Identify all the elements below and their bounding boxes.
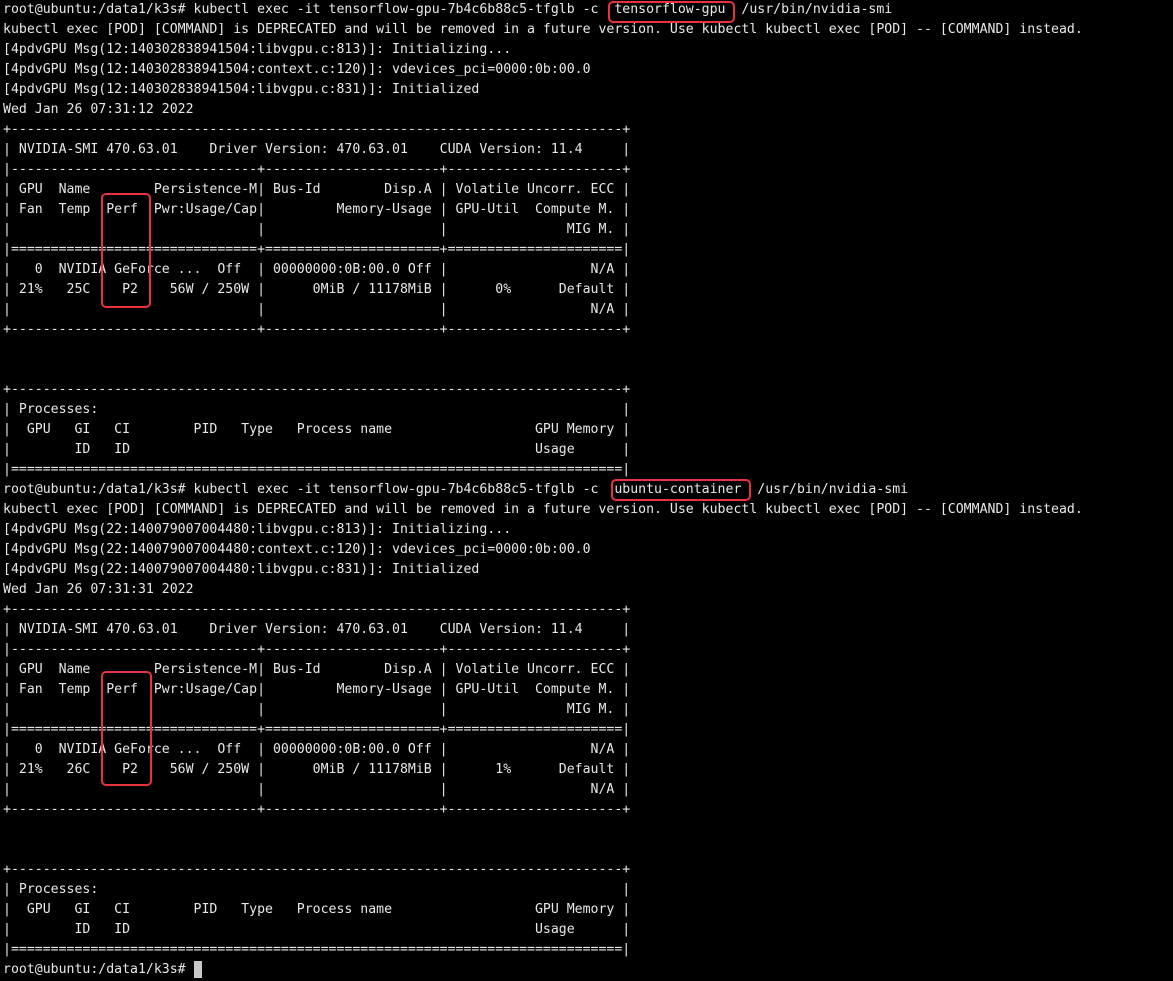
- terminal-line: | | | MIG M. |: [3, 702, 631, 717]
- terminal-line: [4pdvGPU Msg(22:140079007004480:libvgpu.…: [3, 562, 480, 577]
- terminal-line: |-------------------------------+-------…: [3, 162, 631, 177]
- terminal-line: | 0 NVIDIA GeForce ... Off | 00000000:0B…: [3, 262, 631, 277]
- terminal-line: +---------------------------------------…: [3, 382, 631, 397]
- terminal-line: | Fan Temp Perf Pwr:Usage/Cap| Memory-Us…: [3, 202, 631, 217]
- terminal-line: +-------------------------------+-------…: [3, 322, 631, 337]
- terminal-line: | 21% 26C P2 56W / 250W | 0MiB / 11178Mi…: [3, 762, 631, 777]
- terminal-line: [4pdvGPU Msg(12:140302838941504:libvgpu.…: [3, 42, 512, 57]
- terminal-line: root@ubuntu:/data1/k3s# kubectl exec -it…: [3, 2, 893, 17]
- terminal-line: | ID ID Usage |: [3, 922, 631, 937]
- terminal-line: | | | N/A |: [3, 302, 631, 317]
- terminal-line: | | | MIG M. |: [3, 222, 631, 237]
- terminal-line: Wed Jan 26 07:31:12 2022: [3, 102, 194, 117]
- terminal-line: [4pdvGPU Msg(22:140079007004480:context.…: [3, 542, 591, 557]
- terminal-line: kubectl exec [POD] [COMMAND] is DEPRECAT…: [3, 502, 1083, 517]
- terminal-line: | GPU Name Persistence-M| Bus-Id Disp.A …: [3, 662, 631, 677]
- terminal-line: |=======================================…: [3, 462, 631, 477]
- terminal-line: | GPU GI CI PID Type Process name GPU Me…: [3, 902, 631, 917]
- terminal-window[interactable]: root@ubuntu:/data1/k3s# kubectl exec -it…: [0, 0, 1173, 981]
- terminal-cursor: [194, 961, 202, 978]
- terminal-line: | NVIDIA-SMI 470.63.01 Driver Version: 4…: [3, 142, 631, 157]
- terminal-line: root@ubuntu:/data1/k3s# kubectl exec -it…: [3, 482, 909, 497]
- terminal-line: | | | N/A |: [3, 782, 631, 797]
- terminal-line: kubectl exec [POD] [COMMAND] is DEPRECAT…: [3, 22, 1083, 37]
- terminal-line: +---------------------------------------…: [3, 122, 631, 137]
- terminal-line: |===============================+=======…: [3, 722, 631, 737]
- terminal-line: +-------------------------------+-------…: [3, 802, 631, 817]
- terminal-line: | ID ID Usage |: [3, 442, 631, 457]
- terminal-line: [4pdvGPU Msg(22:140079007004480:libvgpu.…: [3, 522, 512, 537]
- terminal-line: | Processes: |: [3, 882, 631, 897]
- terminal-line: | Fan Temp Perf Pwr:Usage/Cap| Memory-Us…: [3, 682, 631, 697]
- terminal-line: [4pdvGPU Msg(12:140302838941504:context.…: [3, 62, 591, 77]
- terminal-line: |=======================================…: [3, 942, 631, 957]
- terminal-line: | 0 NVIDIA GeForce ... Off | 00000000:0B…: [3, 742, 631, 757]
- terminal-line: Wed Jan 26 07:31:31 2022: [3, 582, 194, 597]
- terminal-line: root@ubuntu:/data1/k3s#: [3, 962, 194, 977]
- terminal-line: | NVIDIA-SMI 470.63.01 Driver Version: 4…: [3, 622, 631, 637]
- terminal-line: |===============================+=======…: [3, 242, 631, 257]
- terminal-line: |-------------------------------+-------…: [3, 642, 631, 657]
- terminal-line: | Processes: |: [3, 402, 631, 417]
- terminal-line: | GPU GI CI PID Type Process name GPU Me…: [3, 422, 631, 437]
- terminal-line: [4pdvGPU Msg(12:140302838941504:libvgpu.…: [3, 82, 480, 97]
- terminal-line: +---------------------------------------…: [3, 862, 631, 877]
- terminal-line: | 21% 25C P2 56W / 250W | 0MiB / 11178Mi…: [3, 282, 631, 297]
- terminal-line: | GPU Name Persistence-M| Bus-Id Disp.A …: [3, 182, 631, 197]
- terminal-line: +---------------------------------------…: [3, 602, 631, 617]
